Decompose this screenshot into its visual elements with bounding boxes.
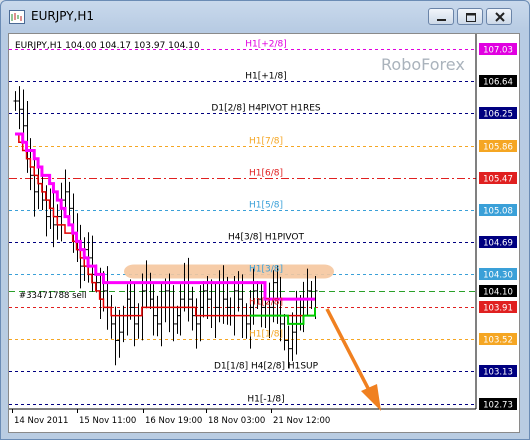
current-price-label: 104.10	[483, 288, 513, 298]
chart-window: EURJPY,H1 H1[+2/8] H1[+1/8] D1[2/8] H4PIVO…	[0, 0, 530, 440]
level-label: H1[+1/8]	[245, 72, 287, 82]
chart-area[interactable]: H1[+2/8] H1[+1/8] D1[2/8] H4PIVOT H1RES H1[…	[8, 33, 520, 433]
level-label: H1[3/8]	[249, 265, 283, 275]
price-tick-label: 104.69	[483, 239, 513, 249]
time-label: 16 Nov 19:00	[145, 416, 202, 426]
symbol-info: EURJPY,H1 104.00 104.17 103.97 104.10	[15, 41, 200, 51]
price-tick-label: 102.73	[483, 401, 513, 411]
minimize-icon	[437, 19, 446, 21]
price-chart[interactable]: H1[+2/8] H1[+1/8] D1[2/8] H4PIVOT H1RES H1[…	[9, 34, 519, 432]
maximize-button[interactable]	[457, 8, 483, 25]
level-label: D1[1/8] H4[2/8] H1SUP	[214, 362, 319, 372]
minimize-button[interactable]	[428, 8, 454, 25]
price-tick-label: 103.52	[483, 336, 513, 346]
level-label: H1[7/8]	[249, 137, 283, 147]
order-label: #33471788 sell	[19, 291, 86, 301]
price-tick-label: 105.86	[483, 143, 513, 153]
time-label: 21 Nov 12:00	[273, 416, 330, 426]
level-label: H1[6/8]	[249, 169, 283, 179]
title-bar[interactable]: EURJPY,H1	[1, 1, 529, 33]
close-icon	[495, 12, 505, 22]
time-label: 14 Nov 2011	[14, 416, 68, 426]
chart-window-icon	[9, 10, 25, 24]
level-label: D1[2/8] H4PIVOT H1RES	[211, 104, 320, 114]
price-tick-label: 106.25	[483, 110, 513, 120]
time-label: 15 Nov 11:00	[79, 416, 136, 426]
resistance-zone	[124, 264, 334, 279]
level-label: H4[3/8] H1PIVOT	[228, 233, 305, 243]
price-tick-label: 103.91	[483, 304, 513, 314]
window-title: EURJPY,H1	[31, 9, 95, 23]
price-tick-label: 107.03	[483, 46, 513, 56]
close-button[interactable]	[486, 8, 512, 25]
price-tick-label: 105.08	[483, 207, 513, 217]
price-tick-label: 106.64	[483, 78, 513, 88]
maximize-icon	[466, 13, 476, 22]
level-label: H1[5/8]	[249, 201, 283, 211]
price-tick-label: 103.13	[483, 368, 513, 378]
level-label: H1[2/8]	[249, 298, 283, 308]
level-label: H1[-1/8]	[247, 395, 284, 405]
time-label: 18 Nov 03:00	[208, 416, 265, 426]
level-label: H1[+2/8]	[245, 40, 287, 50]
price-tick-label: 104.30	[483, 271, 513, 281]
level-label: H1[1/8]	[249, 330, 283, 340]
watermark: RoboForex	[381, 55, 465, 74]
price-tick-label: 105.47	[483, 175, 513, 185]
